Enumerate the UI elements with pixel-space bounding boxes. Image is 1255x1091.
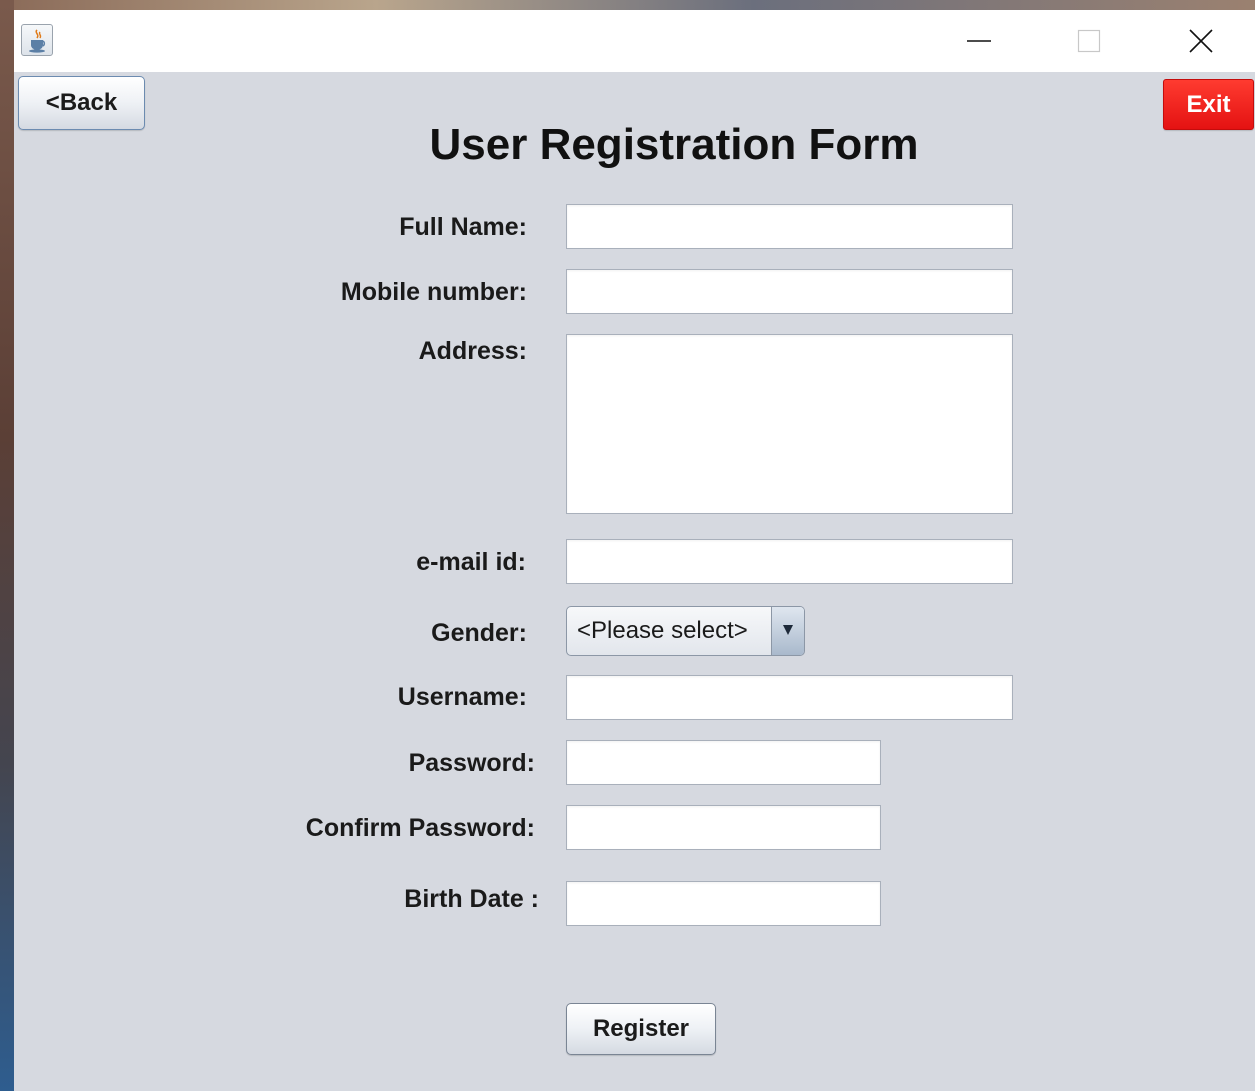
registration-window: <Back Exit User Registration Form Full N… [14,10,1255,1091]
email-input[interactable] [566,539,1013,584]
maximize-icon [1077,29,1101,53]
address-label: Address: [418,337,527,365]
gender-select-value: <Please select> [577,617,748,644]
username-label: Username: [397,683,527,711]
address-textarea[interactable] [566,334,1013,514]
title-bar[interactable] [14,10,1255,72]
mobile-number-input[interactable] [566,269,1013,314]
desktop-background-top [0,0,1255,10]
page-title: User Registration Form [429,120,919,169]
password-label: Password: [408,749,535,777]
password-input[interactable] [566,740,881,785]
birth-date-label: Birth Date : [404,885,539,913]
full-name-input[interactable] [566,204,1013,249]
gender-label: Gender: [431,619,527,647]
username-input[interactable] [566,675,1013,720]
minimize-button[interactable] [939,10,1019,72]
confirm-password-input[interactable] [566,805,881,850]
close-icon [1189,29,1213,53]
desktop-background-left [0,0,14,1091]
java-cup-icon[interactable] [21,24,53,56]
confirm-password-label: Confirm Password: [305,814,535,842]
register-button[interactable]: Register [566,1003,716,1055]
maximize-button[interactable] [1049,10,1129,72]
minimize-icon [967,40,991,42]
email-label: e-mail id: [416,548,526,576]
birth-date-input[interactable] [566,881,881,926]
chevron-down-icon [783,625,793,635]
dropdown-button[interactable] [771,607,804,655]
close-button[interactable] [1161,10,1241,72]
full-name-label: Full Name: [399,213,527,241]
mobile-number-label: Mobile number: [340,278,527,306]
gender-select[interactable]: <Please select> [566,606,805,656]
